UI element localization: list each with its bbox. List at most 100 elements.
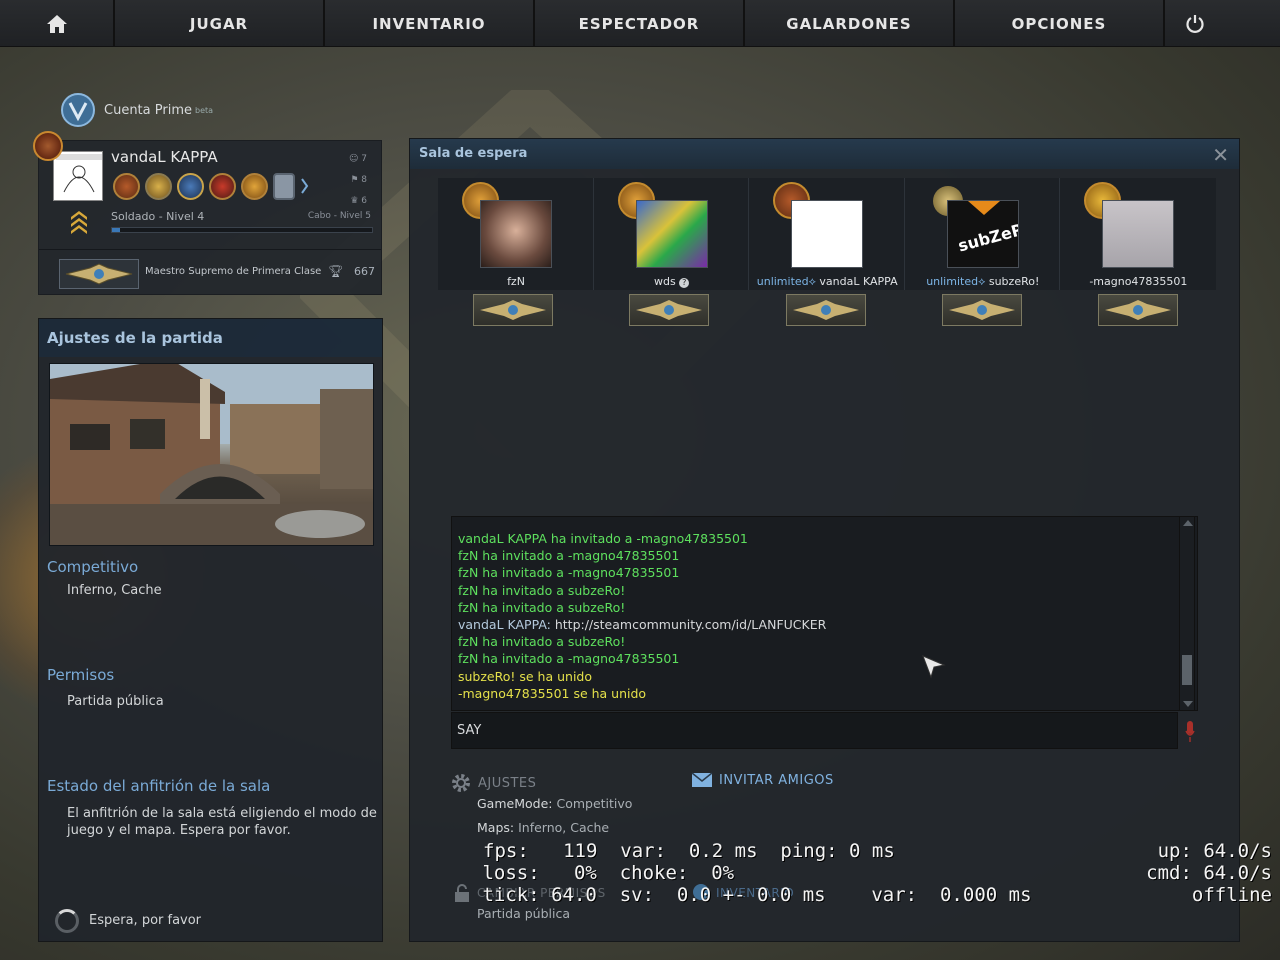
leader-icon: ♛	[350, 196, 359, 206]
mode-maps: Inferno, Cache	[67, 583, 162, 598]
coin-showcase	[113, 173, 310, 200]
lobby-settings-label: AJUSTES	[478, 775, 537, 791]
home-icon	[46, 14, 67, 33]
player-card[interactable]: fzN	[438, 178, 594, 290]
coin-icon[interactable]	[241, 173, 268, 200]
close-icon[interactable]: ✕	[1212, 143, 1229, 167]
host-status-value: El anfitrión de la sala está eligiendo e…	[67, 806, 377, 838]
scroll-thumb[interactable]	[1182, 655, 1192, 685]
chat-author: vandaL KAPPA	[458, 617, 547, 633]
player-avatar[interactable]	[480, 200, 552, 268]
player-name-text: vandaL KAPPA	[819, 275, 898, 288]
help-icon[interactable]: ?	[679, 278, 690, 288]
nav-watch[interactable]: ESPECTADOR	[535, 0, 745, 47]
nav-power-button[interactable]	[1165, 0, 1225, 47]
nav-awards[interactable]: GALARDONES	[745, 0, 955, 47]
mode-label: Competitivo	[47, 558, 139, 576]
lobby-panel: Sala de espera ✕ fzN wds ? unlimited⟡ va…	[409, 138, 1240, 942]
trophy-icon: 🏆︎	[328, 264, 344, 278]
gamemode-info: GameMode: Competitivo	[477, 796, 632, 811]
scroll-up-icon[interactable]	[1183, 520, 1193, 526]
chat-line: vandaL KAPPA ha invitado a -magno4783550…	[458, 531, 748, 546]
coin-icon[interactable]	[145, 173, 172, 200]
player-avatar[interactable]	[1102, 200, 1175, 268]
top-nav: JUGAR INVENTARIO ESPECTADOR GALARDONES O…	[0, 0, 1280, 47]
chevron-right-icon[interactable]	[300, 173, 310, 200]
player-avatar[interactable]: subZeRo!	[946, 200, 1019, 268]
chat-scrollbar[interactable]	[1179, 516, 1195, 711]
rank-next: Cabo - Nivel 5	[307, 211, 371, 221]
lobby-settings-button[interactable]: AJUSTES	[450, 772, 536, 794]
prime-status[interactable]: Cuenta Prime beta	[58, 90, 213, 130]
host-status-label: Estado del anfitrión de la sala	[47, 777, 271, 795]
chat-message[interactable]: http://steamcommunity.com/id/LANFUCKER	[555, 617, 826, 632]
smile-icon: ☺	[349, 154, 359, 164]
player-card[interactable]: -magno47835501	[1060, 178, 1216, 290]
invite-friends-button[interactable]: INVITAR AMIGOS	[691, 772, 834, 788]
scroll-down-icon[interactable]	[1183, 701, 1193, 707]
nav-inventory[interactable]: INVENTARIO	[325, 0, 535, 47]
rank-current: Soldado - Nivel 4	[111, 210, 205, 223]
map-preview-image	[49, 363, 374, 546]
skill-group-emblem[interactable]	[59, 259, 139, 289]
chat-line: fzN ha invitado a subzeRo!	[458, 634, 626, 650]
chat-log-panel[interactable]: vandaL KAPPA ha invitado a -magno4783550…	[451, 516, 1198, 711]
prime-label: Cuenta Prime	[104, 102, 192, 118]
player-name-text: subzeRo!	[988, 275, 1040, 288]
player-name-text: wds	[653, 275, 676, 288]
chat-log: vandaL KAPPA ha invitado a -magno4783550…	[458, 530, 826, 702]
chat-input[interactable]: SAY	[451, 712, 1178, 749]
netgraph-cmd-rate: cmd: 64.0/s	[1146, 862, 1272, 884]
coin-icon[interactable]	[273, 173, 295, 200]
player-rank-emblem[interactable]	[473, 294, 553, 326]
prime-shield-icon	[61, 93, 95, 127]
skill-group-row: Maestro Supremo de Primera Clase 🏆︎ 667	[39, 249, 381, 295]
player-name: -magno47835501	[1060, 275, 1216, 288]
svg-text:subZeRo!: subZeRo!	[956, 215, 1019, 255]
player-list: fzN wds ? unlimited⟡ vandaL KAPPA subZeR…	[438, 178, 1216, 290]
netgraph-line-1: fps: 119 var: 0.2 ms ping: 0 ms	[483, 840, 895, 862]
nav-play[interactable]: JUGAR	[115, 0, 325, 47]
player-rank-emblem[interactable]	[1098, 294, 1178, 326]
player-name-text: fzN	[507, 275, 525, 288]
chat-line: vandaL KAPPA: http://steamcommunity.com/…	[458, 617, 827, 633]
stat-friends: 7	[361, 154, 367, 164]
power-icon	[1186, 14, 1204, 33]
prime-beta-badge: beta	[194, 105, 214, 115]
player-avatar[interactable]	[791, 200, 864, 268]
player-group: unlimited	[926, 275, 979, 288]
skill-group-name: Maestro Supremo de Primera Clase	[145, 266, 322, 277]
player-card[interactable]: unlimited⟡ vandaL KAPPA	[749, 178, 905, 290]
nav-options[interactable]: OPCIONES	[955, 0, 1165, 47]
player-name: unlimited⟡ subzeRo!	[926, 275, 1040, 288]
chat-line: fzN ha invitado a -magno47835501	[458, 548, 680, 564]
profile-coin-badge	[33, 131, 63, 161]
loading-spinner-icon	[55, 909, 79, 933]
coin-icon[interactable]	[113, 173, 140, 200]
microphone-icon[interactable]	[1185, 719, 1195, 743]
player-rank-emblem[interactable]	[629, 294, 709, 326]
lobby-title: Sala de espera	[410, 139, 1239, 169]
profile-mini-stats: ☺ 7 ⚑ 8 ♛ 6	[349, 149, 367, 212]
gear-icon	[452, 774, 470, 792]
player-rank-emblem[interactable]	[942, 294, 1022, 326]
player-card[interactable]: wds ?	[594, 178, 750, 290]
netgraph-status: offline	[1191, 884, 1272, 906]
player-name: unlimited⟡ vandaL KAPPA	[756, 275, 898, 288]
player-name: wds ?	[594, 275, 750, 288]
lock-icon	[455, 884, 469, 902]
teacher-icon: ⚑	[350, 175, 359, 185]
chat-line: fzN ha invitado a subzeRo!	[458, 599, 626, 615]
chat-line: -magno47835501 se ha unido	[458, 685, 647, 701]
envelope-icon	[691, 772, 713, 787]
rank-chevron-icon	[71, 211, 87, 234]
player-card[interactable]: subZeRo! unlimited⟡ subzeRo!	[905, 178, 1061, 290]
nav-home-button[interactable]	[0, 0, 115, 47]
avatar[interactable]	[53, 151, 103, 201]
permissions-label: Permisos	[47, 666, 115, 684]
xp-progress-fill	[112, 228, 120, 232]
player-avatar[interactable]	[635, 200, 708, 268]
player-rank-emblem[interactable]	[786, 294, 866, 326]
coin-icon[interactable]	[177, 173, 204, 200]
coin-icon[interactable]	[209, 173, 236, 200]
